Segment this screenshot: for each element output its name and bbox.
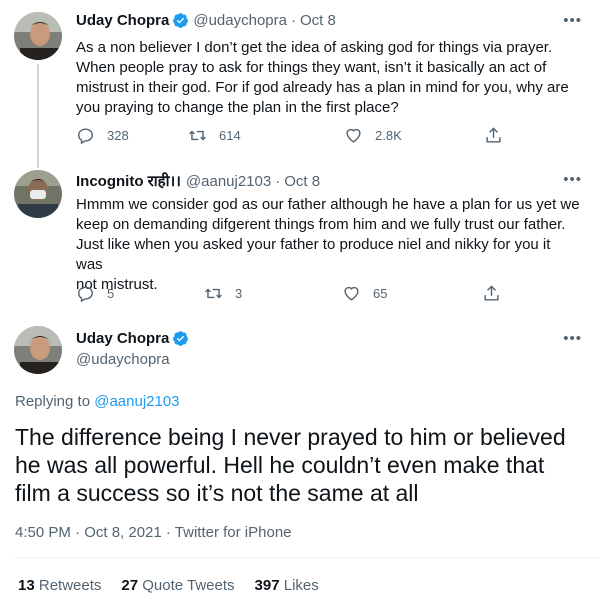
like-count: 2.8K	[375, 128, 402, 143]
tweet-header: Incognito राही।। @aanuj2103 · Oct 8	[76, 171, 320, 191]
retweet-count: 3	[235, 286, 243, 301]
likes-count: 397	[254, 577, 280, 594]
avatar[interactable]	[14, 170, 62, 218]
more-options-icon[interactable]: •••	[563, 12, 582, 29]
like-button[interactable]: 2.8K	[344, 126, 402, 145]
tweet-2[interactable]: Incognito राही।। @aanuj2103 · Oct 8 ••• …	[0, 165, 600, 315]
retweets-stat[interactable]: 13 Retweets	[18, 577, 101, 594]
retweets-count: 13	[18, 577, 35, 594]
separator-dot: ·	[275, 172, 281, 190]
avatar[interactable]	[14, 12, 62, 60]
retweet-icon	[205, 288, 222, 299]
tweet-date[interactable]: Oct 8	[300, 12, 336, 29]
reply-button[interactable]: 5	[76, 284, 114, 303]
display-name[interactable]: Uday Chopra	[76, 12, 169, 29]
engagement-stats: 13 Retweets 27 Quote Tweets 397 Likes	[18, 577, 319, 594]
tweet-text: The difference being I never prayed to h…	[15, 423, 590, 507]
reply-button[interactable]: 328	[76, 126, 129, 145]
share-icon	[484, 285, 499, 301]
avatar[interactable]	[14, 326, 62, 374]
separator-dot: ·	[290, 12, 296, 29]
retweets-label: Retweets	[38, 577, 102, 594]
reply-icon	[78, 286, 93, 303]
more-options-icon[interactable]: •••	[563, 330, 582, 347]
quote-tweets-count: 27	[121, 577, 139, 594]
replying-prefix: Replying to	[15, 393, 91, 410]
display-name[interactable]: Incognito राही।।	[76, 171, 181, 191]
thread-line	[37, 64, 39, 168]
more-options-icon[interactable]: •••	[563, 171, 582, 188]
tweet-text-line: film a success so it’s not the same at a…	[15, 480, 419, 506]
reply-count: 328	[107, 128, 129, 143]
tweet-text-line: mistrust in their god. For if god alread…	[76, 79, 569, 96]
tweet-actions: 5 3 65	[76, 284, 516, 304]
reply-icon	[78, 128, 93, 145]
retweet-button[interactable]: 614	[188, 126, 241, 145]
tweet-text-line: Just like when you asked your father to …	[76, 236, 551, 273]
tweet-text-line: keep on demanding difgerent things from …	[76, 216, 566, 233]
verified-badge-icon	[173, 13, 189, 28]
tweet-text-line: The difference being I never prayed to h…	[15, 424, 566, 450]
tweet-date[interactable]: Oct 8	[284, 173, 320, 190]
retweet-button[interactable]: 3	[204, 284, 242, 303]
tweet-text-line: As a non believer I don’t get the idea o…	[76, 39, 553, 56]
share-button[interactable]	[484, 126, 515, 145]
tweet-text: As a non believer I don’t get the idea o…	[76, 38, 581, 118]
handle[interactable]: @udaychopra	[193, 12, 287, 29]
tweet-header: Uday Chopra @udaychopra · Oct 8	[76, 12, 336, 29]
handle[interactable]: @udaychopra	[76, 351, 170, 368]
tweet-text-line: he was all powerful. Hell he couldn’t ev…	[15, 452, 545, 478]
display-name[interactable]: Uday Chopra	[76, 330, 193, 347]
likes-stat[interactable]: 397 Likes	[255, 577, 319, 594]
tweet-text-line: Hmmm we consider god as our father altho…	[76, 196, 580, 213]
tweet-text-line: When people pray to ask for things they …	[76, 59, 547, 76]
like-count: 65	[373, 286, 388, 301]
divider	[15, 557, 600, 558]
main-tweet: Uday Chopra @udaychopra ••• Replying to …	[0, 315, 600, 604]
tweet-text-line: you praying to change the plan in the fi…	[76, 99, 399, 116]
replying-to-link[interactable]: @aanuj2103	[94, 393, 179, 410]
quote-tweets-stat[interactable]: 27 Quote Tweets	[121, 577, 234, 594]
tweet-text: Hmmm we consider god as our father altho…	[76, 195, 581, 295]
replying-to: Replying to @aanuj2103	[15, 393, 180, 410]
handle[interactable]: @aanuj2103	[186, 173, 271, 190]
retweet-count: 614	[219, 128, 241, 143]
heart-icon	[344, 286, 359, 301]
share-button[interactable]	[482, 284, 513, 303]
tweet-1[interactable]: Uday Chopra @udaychopra · Oct 8 ••• As a…	[0, 0, 600, 168]
verified-badge-icon	[173, 331, 189, 346]
share-icon	[486, 127, 501, 143]
quote-tweets-label: Quote Tweets	[142, 577, 235, 594]
like-button[interactable]: 65	[342, 284, 387, 303]
likes-label: Likes	[283, 577, 319, 594]
reply-count: 5	[107, 286, 115, 301]
retweet-icon	[189, 130, 206, 141]
display-name-text: Uday Chopra	[76, 330, 170, 347]
heart-icon	[346, 128, 361, 143]
tweet-actions: 328 614 2.8K	[76, 126, 516, 146]
tweet-meta[interactable]: 4:50 PM · Oct 8, 2021 · Twitter for iPho…	[15, 524, 292, 541]
